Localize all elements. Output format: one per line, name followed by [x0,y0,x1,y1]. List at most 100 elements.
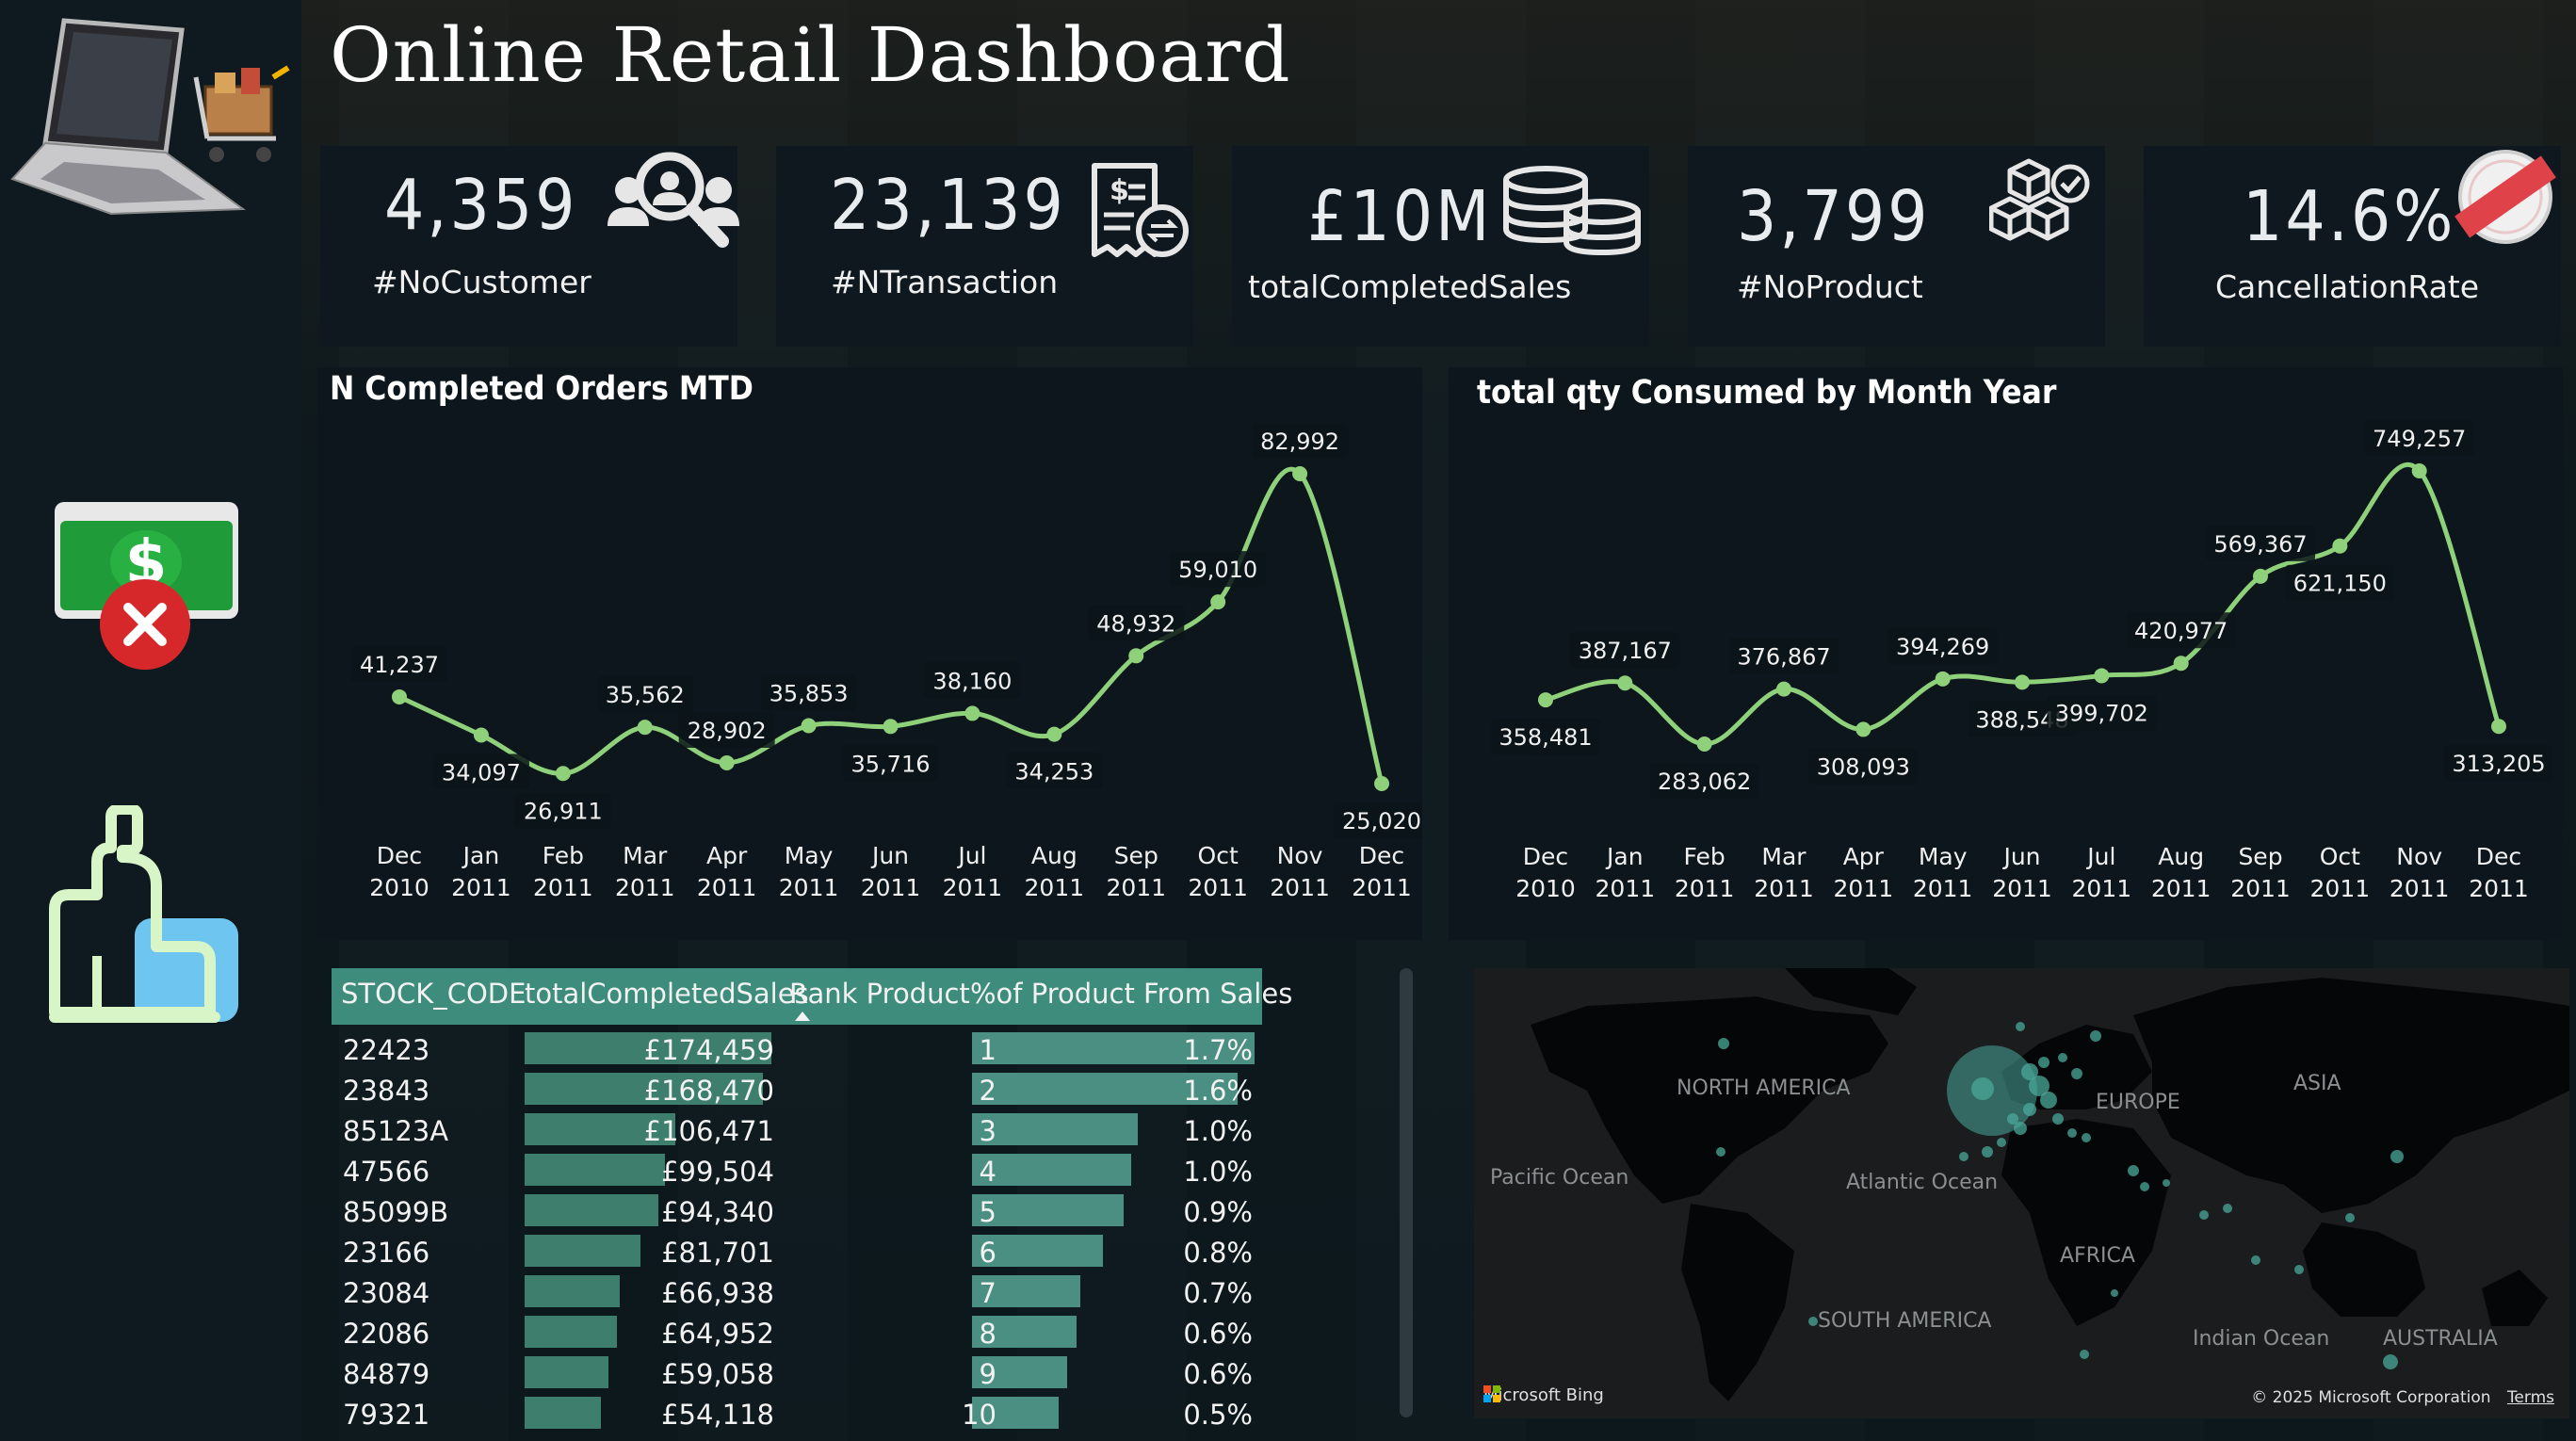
table-row[interactable]: 84879 £59,058 9 0.6% [332,1352,1262,1393]
x-tick-year: 2011 [2310,875,2371,902]
header-total-sales[interactable]: totalCompletedSales [525,978,809,1010]
x-tick-year: 2011 [697,874,757,901]
ranking-chart-icon [49,805,238,1023]
x-tick-month: Nov [1277,842,1323,869]
sales-bar [525,1397,601,1429]
cell-pct: 1.6% [1183,1075,1253,1107]
x-tick-year: 2011 [533,874,593,901]
x-tick-month: Dec [1359,842,1404,869]
table-row[interactable]: 23084 £66,938 7 0.7% [332,1271,1262,1312]
x-tick-month: Nov [2396,843,2442,870]
kpi-transactions[interactable]: 23,139 #NTransaction $ [776,146,1193,347]
kpi-label: #NoProduct [1737,268,1923,305]
pct-bar [972,1113,1138,1145]
sales-bar [525,1316,617,1348]
x-tick-month: Jan [1605,843,1644,870]
table-row[interactable]: 23843 £168,470 2 1.6% [332,1069,1262,1109]
cell-rank: 5 [979,1196,996,1228]
cell-sales: £99,504 [661,1156,774,1188]
x-tick-month: Oct [2320,843,2360,870]
data-point[interactable] [1538,692,1553,708]
data-point[interactable] [1696,737,1712,752]
cell-rank: 4 [979,1156,996,1188]
data-point[interactable] [1292,466,1308,481]
data-label: 313,205 [2452,751,2545,777]
data-point[interactable] [555,766,571,782]
x-tick-year: 2011 [615,874,675,901]
receipt-icon: $ [1092,163,1189,257]
data-point[interactable] [2491,719,2506,735]
sales-bar [525,1154,665,1186]
data-point[interactable] [2253,568,2268,584]
table-row[interactable]: 85123A £106,471 3 1.0% [332,1109,1262,1150]
bing-attribution[interactable]: Microsoft Bing [1483,1385,1604,1405]
x-tick-year: 2011 [2469,875,2529,902]
data-point[interactable] [473,727,489,743]
kpi-cancellation[interactable]: 14.6% CancellationRate [2144,146,2561,347]
table-scrollbar[interactable] [1400,968,1413,1417]
table-row[interactable]: 85099B £94,340 5 0.9% [332,1190,1262,1231]
cancelled-stamp-icon [2454,150,2556,244]
cell-pct: 0.7% [1183,1277,1253,1309]
data-point[interactable] [2332,538,2348,554]
kpi-products[interactable]: 3,799 #NoProduct [1688,146,2105,347]
kpi-value: 4,359 [384,165,578,246]
x-tick-year: 2011 [2072,875,2132,902]
kpi-value: 3,799 [1737,176,1931,257]
data-point[interactable] [801,718,817,734]
x-tick-year: 2010 [1515,875,1576,902]
data-point[interactable] [883,719,899,735]
kpi-sales[interactable]: £10M totalCompletedSales [1232,146,1649,347]
table-row[interactable]: 79321 £54,118 10 0.5% [332,1393,1262,1433]
x-tick-year: 2011 [779,874,839,901]
data-point[interactable] [1617,675,1633,691]
table-row[interactable]: 22086 £64,952 8 0.6% [332,1312,1262,1352]
x-tick-month: Jan [462,842,500,869]
data-point[interactable] [1128,648,1144,664]
data-label: 621,150 [2293,571,2387,597]
x-tick-year: 2011 [2151,875,2211,902]
data-point[interactable] [1935,671,1951,687]
data-label: 399,702 [2055,700,2148,726]
cell-sales: £168,470 [643,1075,774,1107]
kpi-label: #NoCustomer [372,264,591,300]
kpi-value: 14.6% [2243,176,2456,257]
data-point[interactable] [2411,463,2427,478]
data-point[interactable] [637,720,653,736]
x-tick-month: Oct [1198,842,1239,869]
header-stock-code[interactable]: STOCK_CODE [341,978,526,1010]
terms-link[interactable]: Terms [2507,1388,2554,1407]
data-label: 38,160 [932,668,1012,694]
boxes-icon [1989,158,2090,241]
header-pct[interactable]: %of Product From Sales [970,978,1292,1010]
data-point[interactable] [1776,681,1791,697]
x-tick-year: 2011 [451,874,511,901]
data-label: 387,167 [1579,638,1672,664]
x-tick-year: 2011 [1025,874,1085,901]
data-label: 283,062 [1658,769,1751,795]
table-row[interactable]: 22423 £174,459 1 1.7% [332,1028,1262,1069]
x-tick-month: Mar [623,842,668,869]
header-rank[interactable]: Rank Product [789,978,970,1010]
table-row[interactable]: 47566 £99,504 4 1.0% [332,1150,1262,1190]
data-point[interactable] [2173,656,2189,672]
data-label: 35,562 [606,682,685,708]
data-point[interactable] [1855,721,1871,737]
data-point[interactable] [1046,726,1062,742]
customer-map[interactable]: NORTH AMERICA EUROPE ASIA Pacific Ocean … [1474,968,2569,1418]
x-tick-month: Mar [1761,843,1806,870]
data-point[interactable] [1374,776,1389,791]
data-point[interactable] [719,754,735,770]
kpi-label: CancellationRate [2215,268,2480,305]
data-point[interactable] [392,688,407,704]
data-point[interactable] [2094,668,2110,684]
data-point[interactable] [1210,594,1226,610]
customer-search-icon [608,152,739,248]
cell-stock-code: 22086 [343,1318,430,1350]
microsoft-logo-icon [1483,1385,1500,1402]
kpi-customers[interactable]: 4,359 #NoCustomer [320,146,739,347]
data-point[interactable] [2015,674,2030,690]
data-point[interactable] [964,705,980,721]
table-row[interactable]: 23166 £81,701 6 0.8% [332,1231,1262,1271]
x-tick-month: Dec [1523,843,1568,870]
